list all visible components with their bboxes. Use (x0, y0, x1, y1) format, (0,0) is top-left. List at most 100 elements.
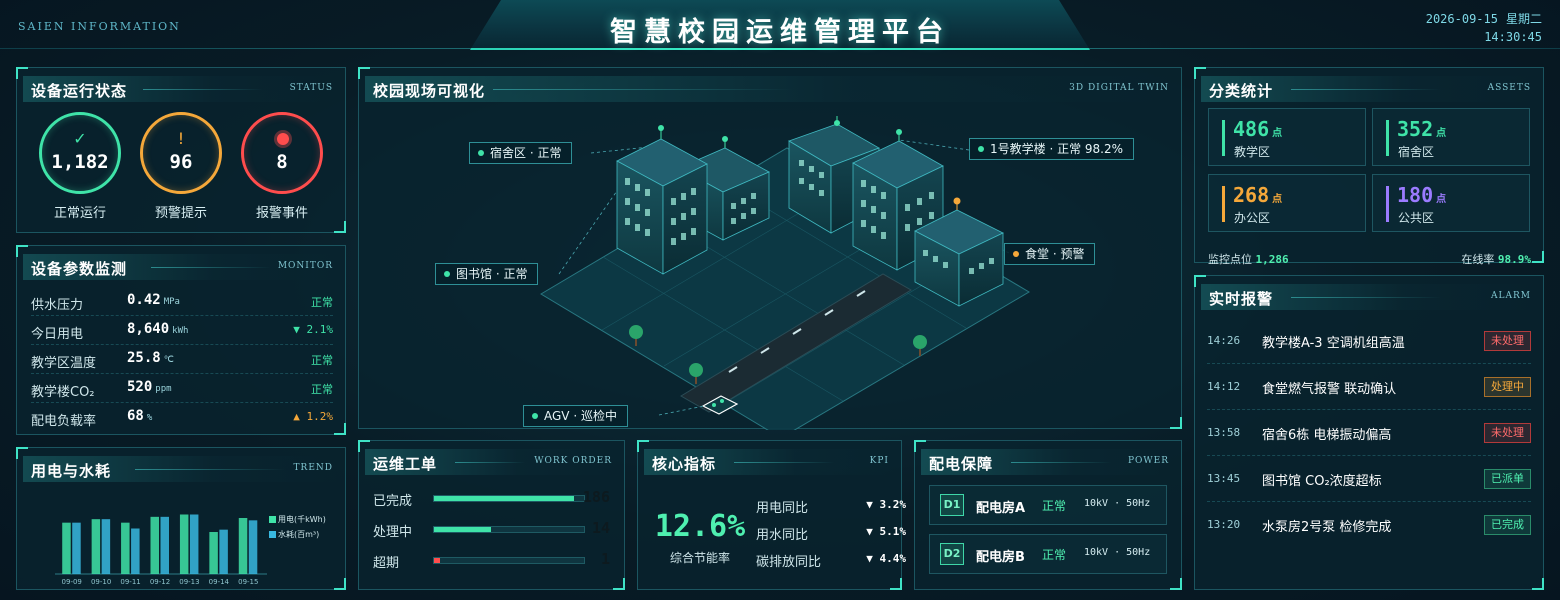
workorder-row[interactable]: 超期 1 (373, 550, 610, 571)
title-line (455, 462, 525, 463)
panel-header: 配电保障 POWER (921, 449, 1175, 475)
monitor-points: 监控点位 1,286 (1208, 253, 1289, 266)
param-unit: ppm (155, 384, 172, 394)
alarm-time: 13:20 (1207, 518, 1241, 531)
alarm-count: 8 (276, 151, 288, 173)
panel-title: 运维工单 (373, 455, 438, 473)
kpi-row[interactable]: 碳排放同比 ▼ 4.4% (756, 551, 906, 571)
power-panel: 配电保障 POWER D1 配电房A 正常 10kV · 50Hz D2 配电房… (914, 440, 1182, 590)
map-label-canteen[interactable]: 食堂 · 预警 (1004, 243, 1096, 265)
bar-power-09-09 (62, 522, 71, 574)
monitor-row[interactable]: 教学区温度 25.8 ℃ 正常 (31, 346, 333, 374)
monitor-row[interactable]: 今日用电 8,640 kWh ▼ 2.1% (31, 317, 333, 345)
panel-tag: POWER (1127, 456, 1169, 466)
room-badge: D2 (940, 543, 964, 565)
panel-title: 配电保障 (929, 455, 994, 473)
param-name: 配电负载率 (31, 414, 97, 429)
normal-count: 1,182 (51, 151, 109, 173)
param-status: ▼ 2.1% (293, 323, 333, 336)
alarm-item[interactable]: 14:12 食堂燃气报警 联动确认 处理中 (1207, 366, 1531, 410)
map-panel: 校园现场可视化 3D DIGITAL TWIN 宿舍区 · 正常 1号教学楼 ·… (358, 67, 1182, 430)
kpi-label: 用电同比 (756, 501, 809, 516)
check-icon: ✓ (73, 129, 87, 148)
asset-label: 教学区 (1234, 145, 1271, 159)
bar-water-09-14 (219, 529, 228, 574)
alarm-message: 水泵房2号泵 检修完成 (1262, 520, 1392, 535)
panel-tag: STATUS (289, 83, 333, 93)
asset-card-public[interactable]: 180 点 公共区 (1372, 174, 1530, 232)
workorder-row[interactable]: 已完成 186 (373, 488, 610, 509)
x-tick-label: 09-09 (62, 578, 82, 586)
status-dot (532, 413, 538, 419)
kpi-row[interactable]: 用电同比 ▼ 3.2% (756, 497, 906, 517)
alarm-panel: 实时报警 ALARM 14:26 教学楼A-3 空调机组高温 未处理 14:12… (1194, 275, 1544, 590)
map-label-library[interactable]: 图书馆 · 正常 (435, 263, 539, 285)
alarm-status-badge[interactable]: 处理中 (1484, 377, 1531, 397)
kpi-row[interactable]: 用水同比 ▼ 5.1% (756, 524, 906, 544)
status-panel: 设备运行状态 STATUS ✓ 1,182 正常运行 ! 96 预警提示 8 报… (16, 67, 346, 233)
online-rate-value: 98.9% (1497, 253, 1531, 266)
panel-title: 设备运行状态 (31, 82, 128, 100)
warning-ring[interactable]: ! 96 (140, 112, 222, 194)
monitor-row[interactable]: 教学楼CO₂ 520 ppm 正常 (31, 375, 333, 403)
alarm-item[interactable]: 13:58 宿舍6栋 电梯振动偏高 未处理 (1207, 412, 1531, 456)
title-line (143, 89, 263, 90)
bar-water-09-11 (131, 528, 140, 574)
assets-panel: 分类统计 ASSETS 486 点 教学区 352 点 宿舍区 268 点 办公区 1… (1194, 67, 1544, 266)
asset-value: 486 点 (1233, 117, 1283, 141)
param-value: 25.8 ℃ (127, 350, 174, 366)
alarm-status-badge[interactable]: 已派单 (1484, 469, 1531, 489)
x-tick-label: 09-14 (209, 578, 230, 586)
bar-water-09-09 (72, 522, 81, 574)
panel-header: 设备参数监测 MONITOR (23, 254, 339, 280)
title-bar: 智慧校园运维管理平台 (470, 0, 1090, 50)
monitor-row[interactable]: 配电负载率 68% ▲ 1.2% (31, 404, 333, 432)
normal-ring[interactable]: ✓ 1,182 (39, 112, 121, 194)
map-label-teaching-building[interactable]: 1号教学楼 · 正常 98.2% (969, 138, 1135, 160)
asset-unit: 点 (1436, 194, 1447, 205)
map-label-dormitory[interactable]: 宿舍区 · 正常 (469, 142, 573, 164)
alarm-message: 图书馆 CO₂浓度超标 (1262, 474, 1382, 489)
alarm-item[interactable]: 13:20 水泵房2号泵 检修完成 已完成 (1207, 504, 1531, 548)
alarm-time: 13:45 (1207, 472, 1241, 485)
asset-value: 268 点 (1233, 183, 1283, 207)
title-line (734, 462, 834, 463)
room-spec: 10kV · 50Hz (1084, 547, 1151, 558)
x-tick-label: 09-15 (238, 578, 258, 586)
asset-card-teaching[interactable]: 486 点 教学区 (1208, 108, 1366, 166)
alarm-status-badge[interactable]: 未处理 (1484, 423, 1531, 443)
power-room-row[interactable]: D1 配电房A 正常 10kV · 50Hz (929, 485, 1167, 525)
title-line (151, 267, 271, 268)
panel-tag: ASSETS (1487, 83, 1531, 93)
room-status: 正常 (1042, 548, 1067, 562)
alarm-time: 14:26 (1207, 334, 1241, 347)
param-status: ▲ 1.2% (293, 410, 333, 423)
workorder-label: 已完成 (373, 494, 413, 509)
alarm-status-badge[interactable]: 未处理 (1484, 331, 1531, 351)
alarm-time: 13:58 (1207, 426, 1241, 439)
bar-power-09-15 (238, 518, 248, 574)
date-text: 2026-09-15 (1425, 12, 1498, 26)
power-room-row[interactable]: D2 配电房B 正常 10kV · 50Hz (929, 534, 1167, 574)
param-name: 今日用电 (31, 327, 84, 342)
alarm-status-badge[interactable]: 已完成 (1484, 515, 1531, 535)
param-value: 0.42 MPa (127, 292, 180, 308)
x-tick-label: 09-12 (150, 578, 170, 586)
title-line (1291, 89, 1441, 90)
asset-card-office[interactable]: 268 点 办公区 (1208, 174, 1366, 232)
alarm-item[interactable]: 13:45 图书馆 CO₂浓度超标 已派单 (1207, 458, 1531, 502)
trend-panel: 用电与水耗 TREND 09-09 09-10 09-11 09-12 09-13 09-… (16, 447, 346, 590)
alarm-item[interactable]: 14:26 教学楼A-3 空调机组高温 未处理 (1207, 320, 1531, 364)
asset-label: 宿舍区 (1398, 145, 1435, 159)
panel-header: 设备运行状态 STATUS (23, 76, 339, 102)
workorder-row[interactable]: 处理中 14 (373, 519, 610, 540)
map-label-agv[interactable]: AGV · 巡检中 (523, 405, 628, 427)
alarm-ring[interactable]: 8 (241, 112, 323, 194)
progress-track (433, 557, 585, 564)
asset-color-bar (1386, 120, 1389, 156)
monitor-row[interactable]: 供水压力 0.42 MPa 正常 (31, 288, 333, 316)
progress-fill (434, 496, 574, 501)
asset-card-dormitory[interactable]: 352 点 宿舍区 (1372, 108, 1530, 166)
warning-icon: ! (177, 129, 185, 148)
kpi-panel: 核心指标 KPI 12.6% 综合节能率 用电同比 ▼ 3.2% 用水同比 ▼ … (637, 440, 906, 590)
